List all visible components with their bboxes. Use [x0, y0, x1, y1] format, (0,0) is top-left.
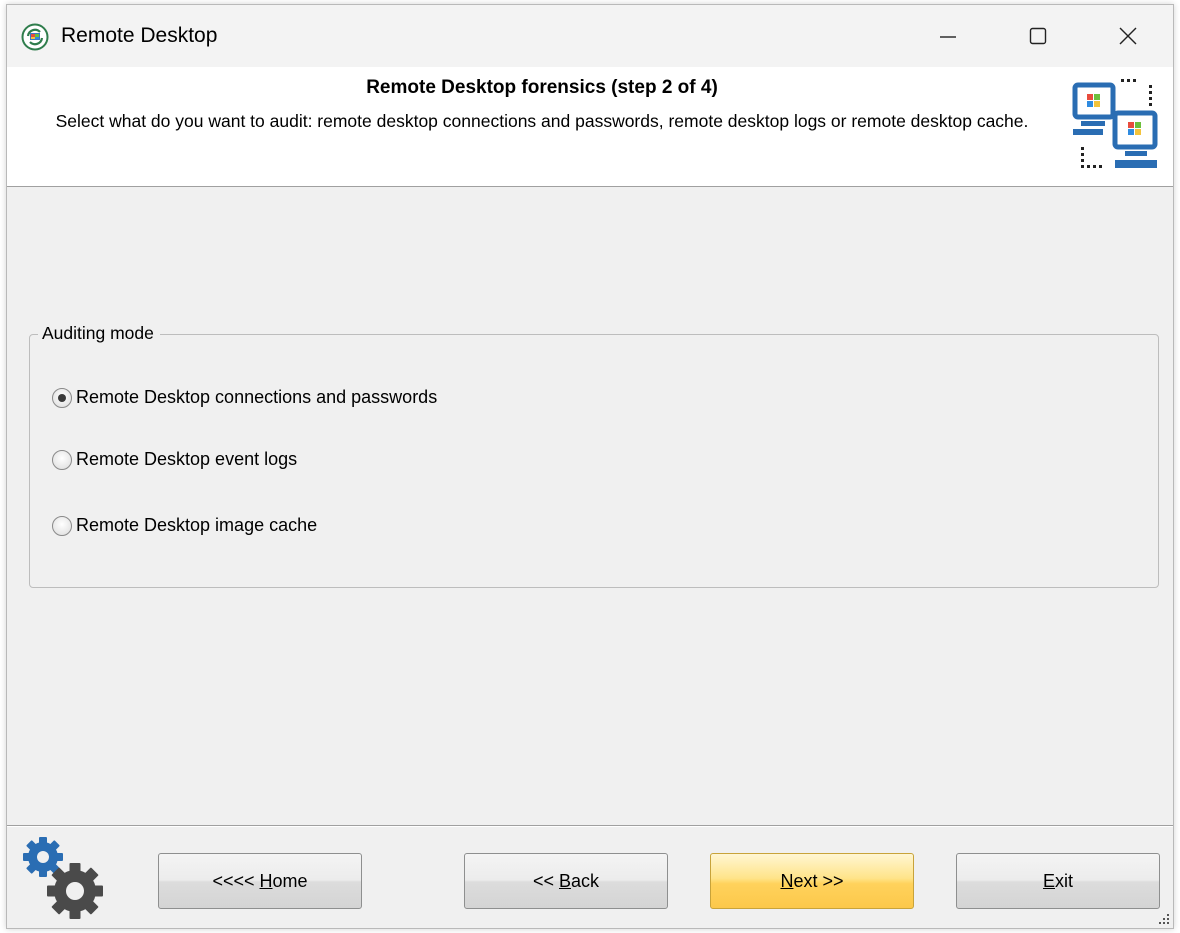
- radio-button[interactable]: [52, 515, 72, 536]
- back-button-prefix: <<: [532, 870, 559, 891]
- footer-divider: [7, 825, 1173, 827]
- remote-desktop-window: Remote Desktop Remote Desktop forensics …: [6, 4, 1174, 929]
- home-button-mnemonic: H: [259, 870, 273, 891]
- next-button-rest: ext >>: [793, 870, 844, 891]
- title-bar[interactable]: Remote Desktop: [7, 5, 1173, 67]
- home-button[interactable]: <<<< Home: [158, 853, 362, 909]
- radio-image-cache[interactable]: Remote Desktop image cache: [52, 515, 317, 536]
- back-button-rest: ack: [571, 870, 600, 891]
- radio-button-checked[interactable]: [52, 387, 72, 408]
- maximize-icon: [1029, 27, 1047, 45]
- window-title: Remote Desktop: [61, 24, 218, 47]
- step-title: Remote Desktop forensics (step 2 of 4): [366, 77, 718, 98]
- minimize-button[interactable]: [903, 5, 993, 67]
- gears-icon: [23, 837, 103, 919]
- maximize-button[interactable]: [993, 5, 1083, 67]
- radio-label[interactable]: Remote Desktop connections and passwords: [76, 387, 437, 408]
- next-button-mnemonic: N: [780, 870, 794, 891]
- next-button[interactable]: Next >>: [710, 853, 914, 909]
- back-button-mnemonic: B: [559, 870, 572, 891]
- home-button-rest: ome: [272, 870, 308, 891]
- radio-label[interactable]: Remote Desktop event logs: [76, 449, 297, 470]
- close-button[interactable]: [1083, 5, 1173, 67]
- radio-button[interactable]: [52, 449, 72, 470]
- radio-label[interactable]: Remote Desktop image cache: [76, 515, 317, 536]
- radio-connections-passwords[interactable]: Remote Desktop connections and passwords: [52, 387, 437, 408]
- remote-desktop-app-icon: [21, 23, 49, 51]
- step-description: Select what do you want to audit: remote…: [55, 111, 1029, 131]
- networked-computers-icon: [1072, 79, 1158, 168]
- back-button[interactable]: << Back: [464, 853, 668, 909]
- minimize-icon: [940, 36, 956, 38]
- home-button-prefix: <<<<: [212, 870, 260, 891]
- wizard-header: Remote Desktop forensics (step 2 of 4) S…: [7, 67, 1173, 187]
- exit-button-rest: xit: [1055, 870, 1073, 891]
- close-icon: [1119, 27, 1137, 45]
- group-legend: Auditing mode: [38, 323, 160, 344]
- exit-button[interactable]: Exit: [956, 853, 1160, 909]
- exit-button-mnemonic: E: [1042, 870, 1055, 891]
- radio-event-logs[interactable]: Remote Desktop event logs: [52, 449, 297, 470]
- resize-grip-icon[interactable]: [1157, 912, 1171, 926]
- auditing-mode-group: Auditing mode Remote Desktop connections…: [29, 323, 1159, 588]
